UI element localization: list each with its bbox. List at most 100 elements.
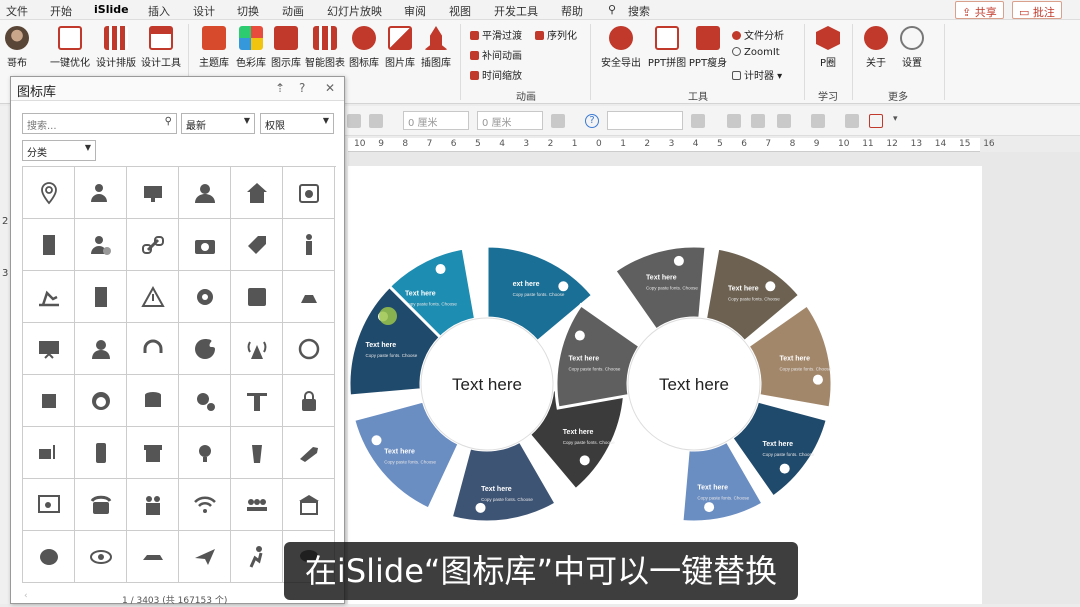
- tab-animations[interactable]: 动画: [282, 3, 304, 19]
- distribute-icon[interactable]: [369, 114, 383, 128]
- fill-color-icon[interactable]: [811, 114, 825, 128]
- arrange-icon[interactable]: [777, 114, 791, 128]
- icon-cell[interactable]: [283, 271, 335, 323]
- tab-help[interactable]: 帮助: [561, 3, 583, 19]
- slide-number[interactable]: 3: [2, 268, 8, 279]
- icon-cell[interactable]: [231, 219, 283, 271]
- smooth-transition-button[interactable]: 平滑过渡: [470, 27, 522, 42]
- more-icon[interactable]: ▾: [893, 114, 907, 128]
- icon-cell[interactable]: [23, 375, 75, 427]
- icon-cell[interactable]: [127, 219, 179, 271]
- icon-cell[interactable]: [179, 219, 231, 271]
- icon-cell[interactable]: [75, 479, 127, 531]
- icon-cell[interactable]: [127, 167, 179, 219]
- effects-icon[interactable]: [751, 114, 765, 128]
- p-circle-button[interactable]: P圈: [808, 26, 848, 69]
- tween-animation-button[interactable]: 补间动画: [470, 47, 522, 62]
- tab-search[interactable]: 搜索: [628, 3, 650, 19]
- sort-select[interactable]: 最新 ▼: [181, 113, 255, 134]
- tab-developer[interactable]: 开发工具: [494, 3, 538, 19]
- comment-button[interactable]: ▭ 批注: [1012, 1, 1062, 19]
- height-field[interactable]: 0 厘米: [477, 111, 543, 130]
- one-click-optimize-button[interactable]: 一键优化: [46, 26, 94, 69]
- search-icon[interactable]: ⚲: [165, 116, 172, 127]
- icon-cell[interactable]: [23, 479, 75, 531]
- crop-icon[interactable]: [551, 114, 565, 128]
- icon-cell[interactable]: [127, 531, 179, 583]
- icon-cell[interactable]: [75, 531, 127, 583]
- icon-cell[interactable]: [283, 375, 335, 427]
- icon-cell[interactable]: [179, 531, 231, 583]
- icon-cell[interactable]: [283, 323, 335, 375]
- icon-cell[interactable]: [23, 219, 75, 271]
- icon-cell[interactable]: [231, 427, 283, 479]
- icon-cell[interactable]: [231, 531, 283, 583]
- ring-left-segment[interactable]: [449, 439, 559, 524]
- icon-cell[interactable]: [23, 323, 75, 375]
- timer-button[interactable]: 计时器 ▾: [732, 67, 782, 82]
- icon-cell[interactable]: [179, 427, 231, 479]
- tab-islide[interactable]: iSlide: [94, 3, 129, 16]
- icon-cell[interactable]: [23, 531, 75, 583]
- about-button[interactable]: 关于: [856, 26, 896, 69]
- profile-button[interactable]: 哥布: [0, 26, 34, 69]
- picture-library-button[interactable]: 图片库: [380, 26, 420, 69]
- tab-file[interactable]: 文件: [6, 3, 28, 19]
- help-icon[interactable]: ?: [585, 114, 599, 128]
- icon-cell[interactable]: [283, 427, 335, 479]
- icon-cell[interactable]: [231, 167, 283, 219]
- search-icon[interactable]: ⚲: [608, 3, 616, 16]
- close-icon[interactable]: ✕: [325, 81, 335, 95]
- tab-slideshow[interactable]: 幻灯片放映: [327, 3, 382, 19]
- shape-fill-icon[interactable]: [691, 114, 705, 128]
- icon-cell[interactable]: [75, 219, 127, 271]
- tab-view[interactable]: 视图: [449, 3, 471, 19]
- icon-cell[interactable]: [75, 167, 127, 219]
- align-icon[interactable]: [347, 114, 361, 128]
- icon-library-button[interactable]: 图标库: [344, 26, 384, 69]
- design-layout-button[interactable]: 设计排版: [92, 26, 140, 69]
- icon-cell[interactable]: [75, 271, 127, 323]
- icon-cell[interactable]: [75, 375, 127, 427]
- icon-search-input[interactable]: 搜索... ⚲: [22, 113, 177, 134]
- help-icon[interactable]: ?: [299, 81, 305, 95]
- tab-transitions[interactable]: 切换: [237, 3, 259, 19]
- icon-cell[interactable]: [179, 167, 231, 219]
- ppt-slim-button[interactable]: PPT瘦身: [686, 26, 730, 69]
- icon-cell[interactable]: [231, 323, 283, 375]
- icon-cell[interactable]: [127, 271, 179, 323]
- crop-tool-icon[interactable]: [727, 114, 741, 128]
- icon-cell[interactable]: [23, 427, 75, 479]
- file-analysis-button[interactable]: 文件分析: [732, 27, 784, 42]
- font-select[interactable]: [607, 111, 683, 130]
- icon-cell[interactable]: [127, 479, 179, 531]
- illustration-library-button[interactable]: 插图库: [416, 26, 456, 69]
- design-tools-button[interactable]: 设计工具: [138, 26, 184, 69]
- category-select[interactable]: 分类 ▼: [22, 140, 96, 161]
- settings-button[interactable]: 设置: [892, 26, 932, 69]
- icon-cell[interactable]: [231, 271, 283, 323]
- icon-cell[interactable]: [127, 375, 179, 427]
- color-library-button[interactable]: 色彩库: [231, 26, 271, 69]
- icon-cell[interactable]: [179, 375, 231, 427]
- smart-chart-button[interactable]: 智能图表: [302, 26, 348, 69]
- icon-cell[interactable]: [23, 271, 75, 323]
- icon-cell[interactable]: [179, 479, 231, 531]
- safe-export-button[interactable]: 安全导出: [598, 26, 644, 69]
- icon-cell[interactable]: [179, 323, 231, 375]
- tab-home[interactable]: 开始: [50, 3, 72, 19]
- tab-insert[interactable]: 插入: [148, 3, 170, 19]
- icon-cell[interactable]: [283, 219, 335, 271]
- icon-cell[interactable]: [283, 479, 335, 531]
- ppt-collage-button[interactable]: PPT拼图: [645, 26, 689, 69]
- theme-library-button[interactable]: 主题库: [194, 26, 234, 69]
- permission-select[interactable]: 权限 ▼: [260, 113, 334, 134]
- icon-cell[interactable]: [75, 323, 127, 375]
- icon-cell[interactable]: [231, 375, 283, 427]
- grid-icon[interactable]: [845, 114, 859, 128]
- share-button[interactable]: ⇪ 共享: [955, 1, 1004, 19]
- tab-design[interactable]: 设计: [193, 3, 215, 19]
- time-scale-button[interactable]: 时间缩放: [470, 67, 522, 82]
- tab-review[interactable]: 审阅: [404, 3, 426, 19]
- prev-page-icon[interactable]: ‹: [24, 591, 28, 601]
